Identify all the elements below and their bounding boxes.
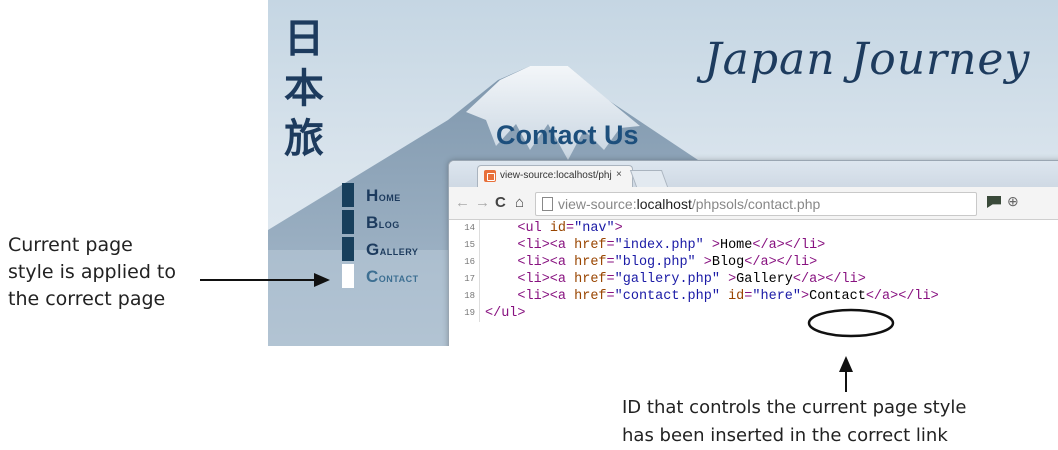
tab-view-source[interactable]: view-source:localhost/phj × (477, 165, 633, 188)
left-annotation-line: the correct page (8, 288, 166, 310)
source-view: 14 <ul id="nav"> 15 <li><a href="index.ph… (449, 220, 1058, 346)
left-annotation-line: style is applied to (8, 261, 177, 283)
url-host: localhost (636, 196, 692, 212)
url-text: view-source:localhost/phpsols/contact.ph… (558, 196, 820, 212)
bottom-annotation-line: has been inserted in the correct link (622, 425, 948, 446)
nav-item-gallery[interactable]: Gallery (342, 236, 452, 262)
source-code: <li><a href="blog.php" >Blog</a></li> (485, 255, 818, 270)
tab-bar: view-source:localhost/phj × (449, 161, 1058, 188)
source-line: 16 <li><a href="blog.php" >Blog</a></li> (449, 254, 1058, 271)
nav-item-contact[interactable]: Contact (342, 263, 452, 289)
nav-label: Gallery (366, 240, 419, 259)
site-nav: Home Blog Gallery Contact (342, 182, 452, 290)
line-number: 16 (449, 254, 480, 271)
nav-item-blog[interactable]: Blog (342, 209, 452, 235)
kanji-char: 本 (284, 65, 324, 112)
nav-marker (342, 183, 354, 207)
nav-marker (342, 210, 354, 234)
source-code: <li><a href="gallery.php" >Gallery</a></… (485, 272, 866, 287)
source-code: <ul id="nav"> (485, 221, 623, 236)
source-code: </ul> (485, 306, 526, 321)
bottom-annotation-line: ID that controls the current page style (622, 397, 967, 418)
nav-label: Blog (366, 213, 400, 232)
left-annotation-line: Current page (8, 234, 133, 256)
browser-window: view-source:localhost/phj × ← → C ⌂ view… (448, 160, 1058, 346)
kanji-logo: 日 本 旅 (284, 14, 332, 164)
line-number: 17 (449, 271, 480, 288)
nav-label: Contact (366, 267, 419, 286)
line-number: 18 (449, 288, 480, 305)
tab-title: view-source:localhost/phj (500, 170, 612, 181)
address-bar[interactable]: view-source:localhost/phpsols/contact.ph… (535, 192, 977, 216)
line-number: 15 (449, 237, 480, 254)
new-tab-button[interactable] (629, 170, 669, 187)
nav-item-home[interactable]: Home (342, 182, 452, 208)
zoom-icon[interactable]: ⊕ (1007, 193, 1019, 210)
bottom-annotation: ID that controls the current page style … (622, 394, 966, 450)
source-code: <li><a href="contact.php" id="here">Cont… (485, 289, 939, 304)
kanji-char: 旅 (284, 115, 324, 162)
site-screenshot: 日 本 旅 Japan Journey Contact Us Home Blog… (268, 0, 1058, 346)
document-icon (542, 197, 553, 211)
home-icon[interactable]: ⌂ (515, 194, 524, 211)
forward-arrow-icon[interactable]: → (475, 194, 490, 211)
nav-marker-current (342, 264, 354, 288)
left-annotation: Current page style is applied to the cor… (8, 232, 218, 313)
url-scheme: view-source: (558, 196, 637, 212)
back-arrow-icon[interactable]: ← (455, 194, 470, 211)
source-line: 19 </ul> (449, 305, 1058, 322)
line-number: 14 (449, 220, 480, 237)
flag-icon[interactable] (987, 196, 1001, 208)
page-favicon-icon (484, 170, 496, 182)
nav-marker (342, 237, 354, 261)
source-code: <li><a href="index.php" >Home</a></li> (485, 238, 826, 253)
page-heading: Contact Us (496, 120, 639, 150)
bottom-arrowhead-icon (839, 356, 853, 372)
kanji-char: 日 (284, 15, 324, 62)
nav-label: Home (366, 186, 401, 205)
source-line: 15 <li><a href="index.php" >Home</a></li… (449, 237, 1058, 254)
line-number: 19 (449, 305, 480, 322)
close-icon[interactable]: × (616, 169, 622, 180)
reload-icon[interactable]: C (495, 194, 506, 211)
site-title: Japan Journey (704, 34, 1031, 85)
url-path: /phpsols/contact.php (691, 196, 821, 212)
source-line: 18 <li><a href="contact.php" id="here">C… (449, 288, 1058, 305)
browser-toolbar: ← → C ⌂ view-source:localhost/phpsols/co… (449, 187, 1058, 220)
source-line: 14 <ul id="nav"> (449, 220, 1058, 237)
source-line: 17 <li><a href="gallery.php" >Gallery</a… (449, 271, 1058, 288)
